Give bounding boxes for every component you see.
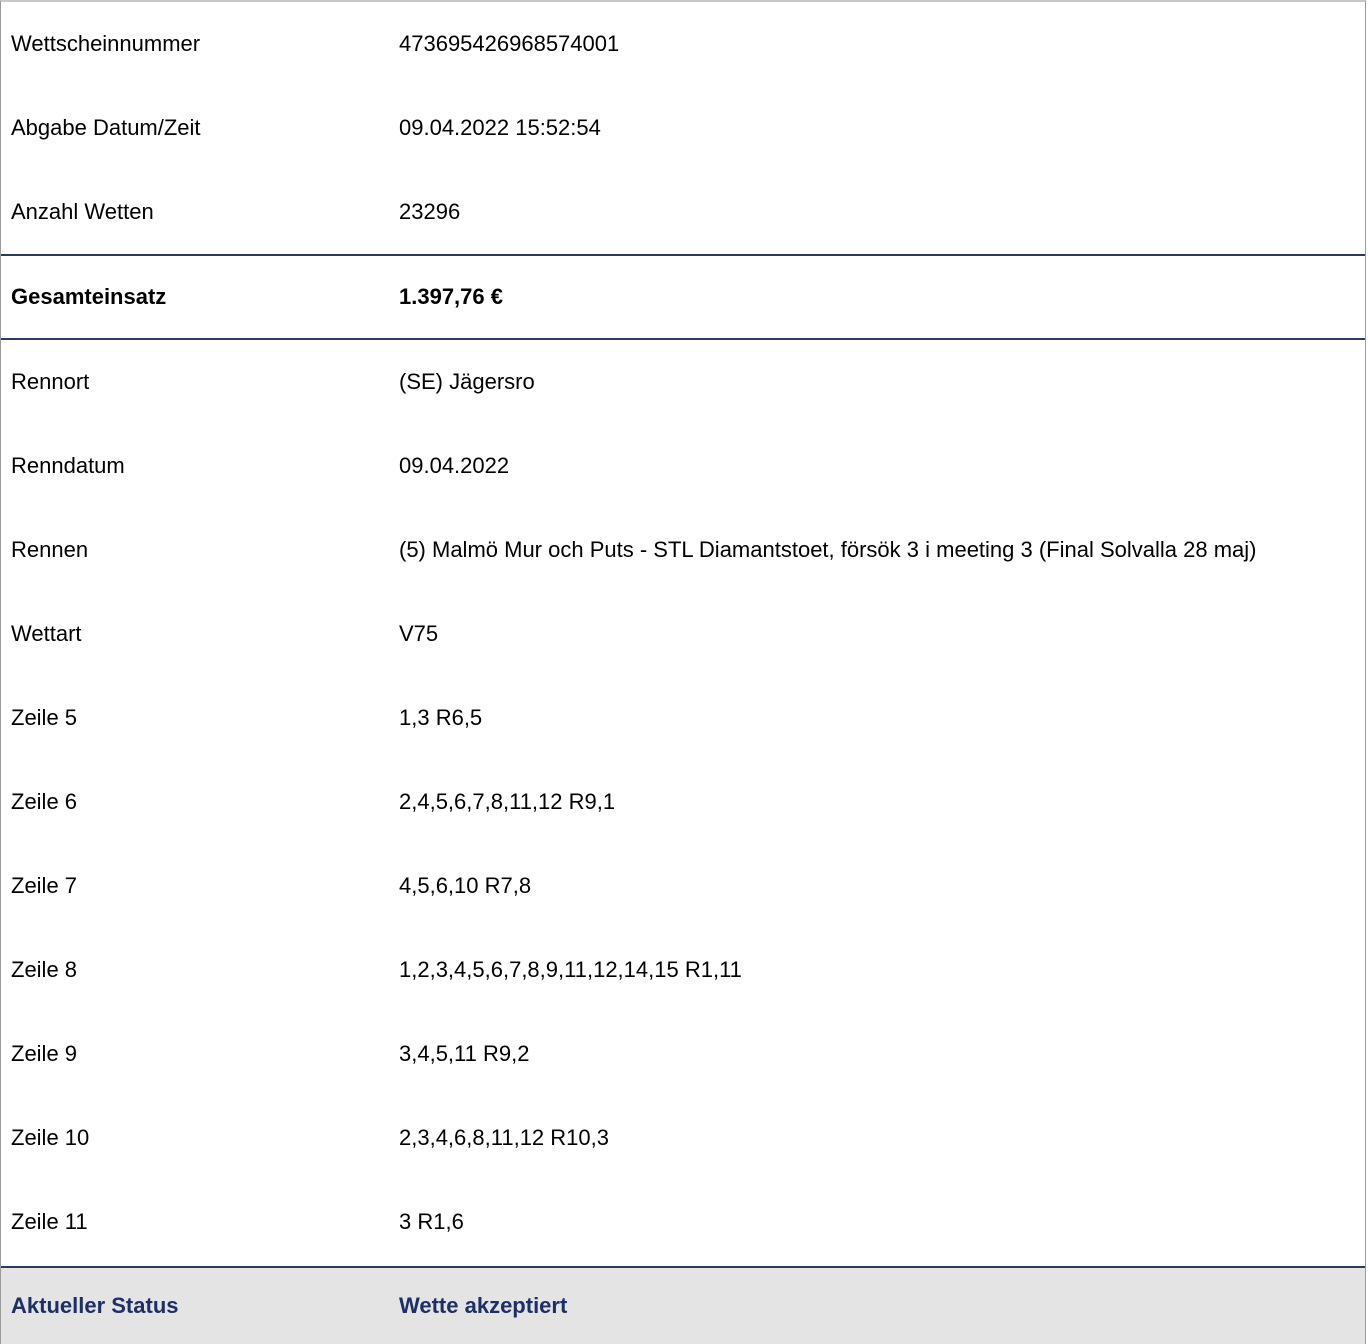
- line-row: Zeile 9 3,4,5,11 R9,2: [1, 1012, 1365, 1096]
- line-row: Zeile 6 2,4,5,6,7,8,11,12 R9,1: [1, 760, 1365, 844]
- line-value: 3 R1,6: [399, 1209, 464, 1234]
- line-value: 1,3 R6,5: [399, 705, 483, 730]
- current-status-label: Aktueller Status: [11, 1293, 179, 1318]
- bet-count-label: Anzahl Wetten: [11, 199, 154, 224]
- line-label: Zeile 5: [11, 705, 78, 730]
- bet-count-value: 23296: [399, 199, 461, 224]
- line-row: Zeile 10 2,3,4,6,8,11,12 R10,3: [1, 1096, 1365, 1180]
- total-stake-label: Gesamteinsatz: [11, 284, 167, 309]
- ticket-number-row: Wettscheinnummer 473695426968574001: [1, 2, 1365, 86]
- race-venue-row: Rennort (SE) Jägersro: [1, 340, 1365, 424]
- bet-type-label: Wettart: [11, 621, 82, 646]
- line-row: Zeile 7 4,5,6,10 R7,8: [1, 844, 1365, 928]
- ticket-number-value: 473695426968574001: [399, 31, 620, 56]
- submission-datetime-label: Abgabe Datum/Zeit: [11, 115, 201, 140]
- race-name-label: Rennen: [11, 537, 89, 562]
- current-status-row: Aktueller Status Wette akzeptiert: [1, 1266, 1365, 1344]
- current-status-value: Wette akzeptiert: [399, 1293, 568, 1318]
- line-row: Zeile 11 3 R1,6: [1, 1180, 1365, 1264]
- bet-ticket-details: Wettscheinnummer 473695426968574001 Abga…: [0, 0, 1366, 1344]
- race-date-row: Renndatum 09.04.2022: [1, 424, 1365, 508]
- bet-count-row: Anzahl Wetten 23296: [1, 170, 1365, 254]
- line-label: Zeile 11: [11, 1209, 88, 1234]
- line-label: Zeile 10: [11, 1125, 90, 1150]
- line-row: Zeile 5 1,3 R6,5: [1, 676, 1365, 760]
- bet-type-row: Wettart V75: [1, 592, 1365, 676]
- line-label: Zeile 7: [11, 873, 78, 898]
- submission-datetime-row: Abgabe Datum/Zeit 09.04.2022 15:52:54: [1, 86, 1365, 170]
- line-label: Zeile 9: [11, 1041, 78, 1066]
- race-date-value: 09.04.2022: [399, 453, 510, 478]
- race-venue-value: (SE) Jägersro: [399, 369, 535, 394]
- line-value: 3,4,5,11 R9,2: [399, 1041, 530, 1066]
- line-value: 1,2,3,4,5,6,7,8,9,11,12,14,15 R1,11: [399, 957, 742, 982]
- line-value: 2,3,4,6,8,11,12 R10,3: [399, 1125, 609, 1150]
- race-name-row: Rennen (5) Malmö Mur och Puts - STL Diam…: [1, 508, 1365, 592]
- bet-type-value: V75: [399, 621, 439, 646]
- line-value: 4,5,6,10 R7,8: [399, 873, 532, 898]
- race-date-label: Renndatum: [11, 453, 125, 478]
- total-stake-value: 1.397,76 €: [399, 284, 503, 309]
- line-row: Zeile 8 1,2,3,4,5,6,7,8,9,11,12,14,15 R1…: [1, 928, 1365, 1012]
- line-label: Zeile 6: [11, 789, 78, 814]
- ticket-number-label: Wettscheinnummer: [11, 31, 201, 56]
- total-stake-row: Gesamteinsatz 1.397,76 €: [1, 254, 1365, 340]
- line-label: Zeile 8: [11, 957, 78, 982]
- race-venue-label: Rennort: [11, 369, 90, 394]
- line-value: 2,4,5,6,7,8,11,12 R9,1: [399, 789, 616, 814]
- race-name-value: (5) Malmö Mur och Puts - STL Diamantstoe…: [399, 537, 1257, 562]
- submission-datetime-value: 09.04.2022 15:52:54: [399, 115, 601, 140]
